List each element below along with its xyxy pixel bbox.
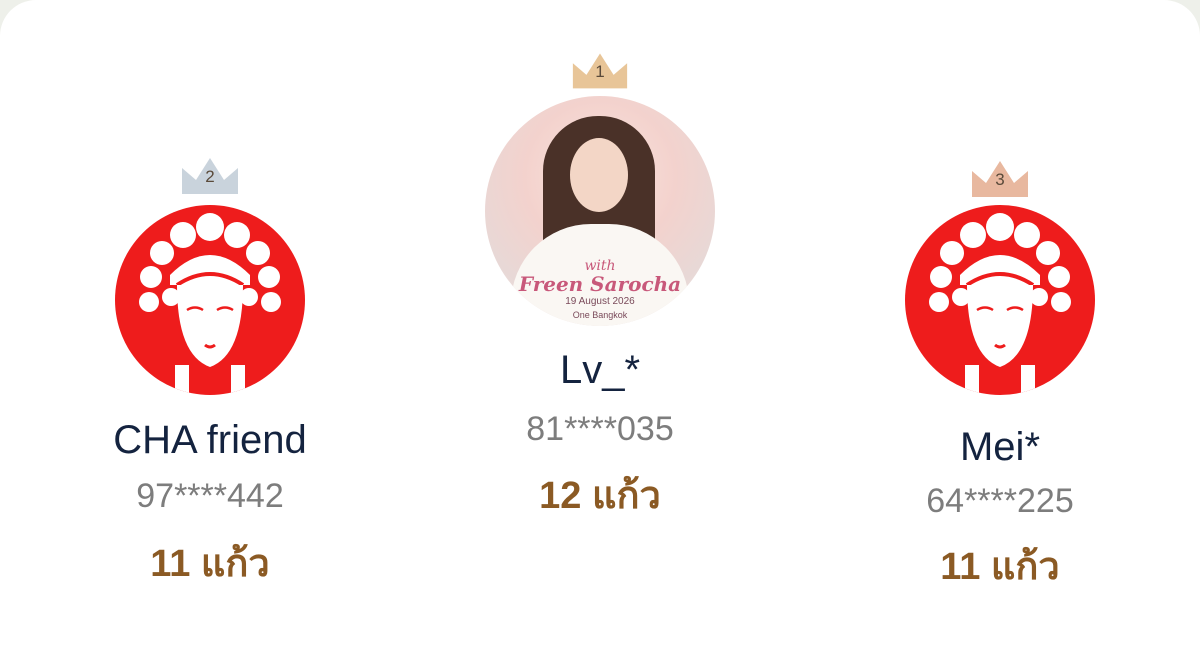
user-phone-masked: 81****035	[526, 410, 674, 448]
rank-number: 1	[595, 62, 605, 81]
user-phone-masked: 97****442	[136, 477, 284, 515]
crown-gold-icon: 1	[569, 45, 631, 95]
crown-silver-icon: 2	[178, 150, 242, 200]
photo-caption-name: Freen Sarocha	[518, 272, 682, 296]
leaderboard-card: 2 CHA friend 97****442 11 แก้ว 1 with Fr…	[0, 0, 1200, 648]
user-phone-masked: 64****225	[926, 482, 1074, 520]
leaderboard-entry-rank-2[interactable]: 2 CHA friend 97****442 11 แก้ว	[60, 0, 360, 648]
leaderboard-entry-rank-1[interactable]: 1 with Freen Sarocha 19 August 2026 One …	[450, 0, 750, 648]
user-score: 12 แก้ว	[539, 475, 661, 517]
photo-caption-date: 19 August 2026	[565, 296, 635, 307]
user-score: 11 แก้ว	[150, 543, 270, 585]
user-avatar-photo: with Freen Sarocha 19 August 2026 One Ba…	[485, 96, 715, 326]
rank-number: 3	[995, 170, 1005, 189]
opera-mask-icon	[115, 205, 305, 395]
crown-bronze-icon: 3	[968, 153, 1032, 203]
user-avatar	[115, 205, 305, 400]
user-score: 11 แก้ว	[940, 546, 1060, 588]
user-name: Mei*	[959, 425, 1041, 469]
leaderboard-entry-rank-3[interactable]: 3 Mei* 64****225 11 แก้ว	[850, 0, 1150, 648]
user-name: Lv_*	[559, 348, 641, 392]
user-avatar	[905, 205, 1095, 400]
photo-caption-location: One Bangkok	[572, 310, 628, 320]
rank-number: 2	[205, 167, 215, 186]
user-name: CHA friend	[113, 418, 307, 462]
opera-mask-icon	[905, 205, 1095, 395]
